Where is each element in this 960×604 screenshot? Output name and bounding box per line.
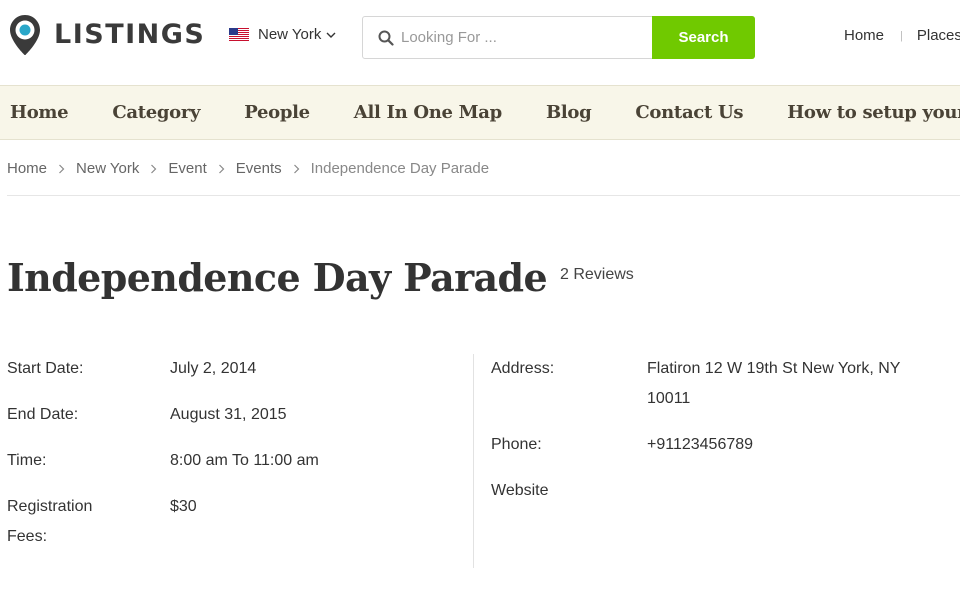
detail-label: End Date: — [7, 406, 79, 423]
detail-row-website: Website — [491, 476, 951, 506]
header: LISTINGS New York Search Home — [0, 0, 960, 85]
site-logo[interactable]: LISTINGS — [8, 14, 205, 56]
map-pin-logo-icon — [10, 15, 40, 55]
chevron-down-icon — [326, 32, 336, 38]
detail-row-end-date: End Date: August 31, 2015 — [7, 400, 467, 430]
chevron-right-icon — [59, 164, 65, 173]
chevron-right-icon — [293, 164, 299, 173]
page-title: Independence Day Parade — [7, 255, 548, 300]
nav-home[interactable]: Home — [10, 102, 69, 123]
detail-row-registration-fees: Registration Fees: $30 — [7, 492, 467, 552]
nav-category[interactable]: Category — [112, 102, 200, 123]
detail-label: Website — [491, 482, 549, 499]
detail-row-start-date: Start Date: July 2, 2014 — [7, 354, 467, 384]
top-links: Home | Places — [844, 27, 960, 44]
breadcrumb-home[interactable]: Home — [7, 160, 47, 177]
detail-label: Start Date: — [7, 360, 84, 377]
us-flag-icon — [229, 28, 249, 41]
detail-label: Registration Fees: — [7, 498, 93, 545]
reviews-link[interactable]: 2 Reviews — [560, 266, 634, 284]
column-divider — [473, 354, 474, 568]
detail-label: Phone: — [491, 436, 542, 453]
detail-row-phone: Phone: +91123456789 — [491, 430, 951, 460]
logo-text: LISTINGS — [54, 18, 206, 50]
detail-row-address: Address: Flatiron 12 W 19th St New York,… — [491, 354, 951, 414]
search-bar: Search — [362, 16, 755, 59]
chevron-right-icon — [151, 164, 157, 173]
detail-value: Flatiron 12 W 19th St New York, NY 10011 — [647, 360, 901, 407]
search-icon — [363, 17, 401, 58]
nav-contact-us[interactable]: Contact Us — [635, 102, 743, 123]
chevron-right-icon — [218, 164, 225, 173]
top-link-home[interactable]: Home — [844, 27, 884, 44]
detail-value[interactable] — [647, 476, 951, 506]
detail-value: July 2, 2014 — [170, 360, 257, 377]
detail-label: Time: — [7, 452, 47, 469]
nav-blog[interactable]: Blog — [546, 102, 592, 123]
breadcrumb: Home New York Event Events Independence … — [7, 160, 489, 177]
detail-value: August 31, 2015 — [170, 406, 287, 423]
detail-row-time: Time: 8:00 am To 11:00 am — [7, 446, 467, 476]
detail-value: 8:00 am To 11:00 am — [170, 452, 319, 469]
nav-all-in-one-map[interactable]: All In One Map — [354, 102, 502, 123]
detail-label: Address: — [491, 360, 555, 377]
divider — [7, 195, 960, 196]
event-details-left: Start Date: July 2, 2014 End Date: Augus… — [7, 354, 467, 568]
detail-value[interactable]: +91123456789 — [647, 430, 951, 460]
detail-value: $30 — [170, 498, 197, 515]
top-link-separator: | — [900, 29, 903, 42]
breadcrumb-new-york[interactable]: New York — [76, 160, 139, 177]
top-link-places[interactable]: Places — [917, 27, 960, 44]
search-button[interactable]: Search — [652, 16, 755, 59]
breadcrumb-events[interactable]: Events — [236, 160, 282, 177]
nav-how-to-setup[interactable]: How to setup your site — [787, 102, 960, 123]
breadcrumb-event[interactable]: Event — [168, 160, 206, 177]
search-input[interactable] — [401, 17, 652, 58]
nav-people[interactable]: People — [244, 102, 310, 123]
main-nav: Home Category People All In One Map Blog… — [0, 85, 960, 140]
city-name: New York — [258, 26, 322, 43]
breadcrumb-current: Independence Day Parade — [310, 160, 490, 177]
city-selector[interactable]: New York — [229, 26, 336, 43]
event-details-right: Address: Flatiron 12 W 19th St New York,… — [491, 354, 951, 522]
